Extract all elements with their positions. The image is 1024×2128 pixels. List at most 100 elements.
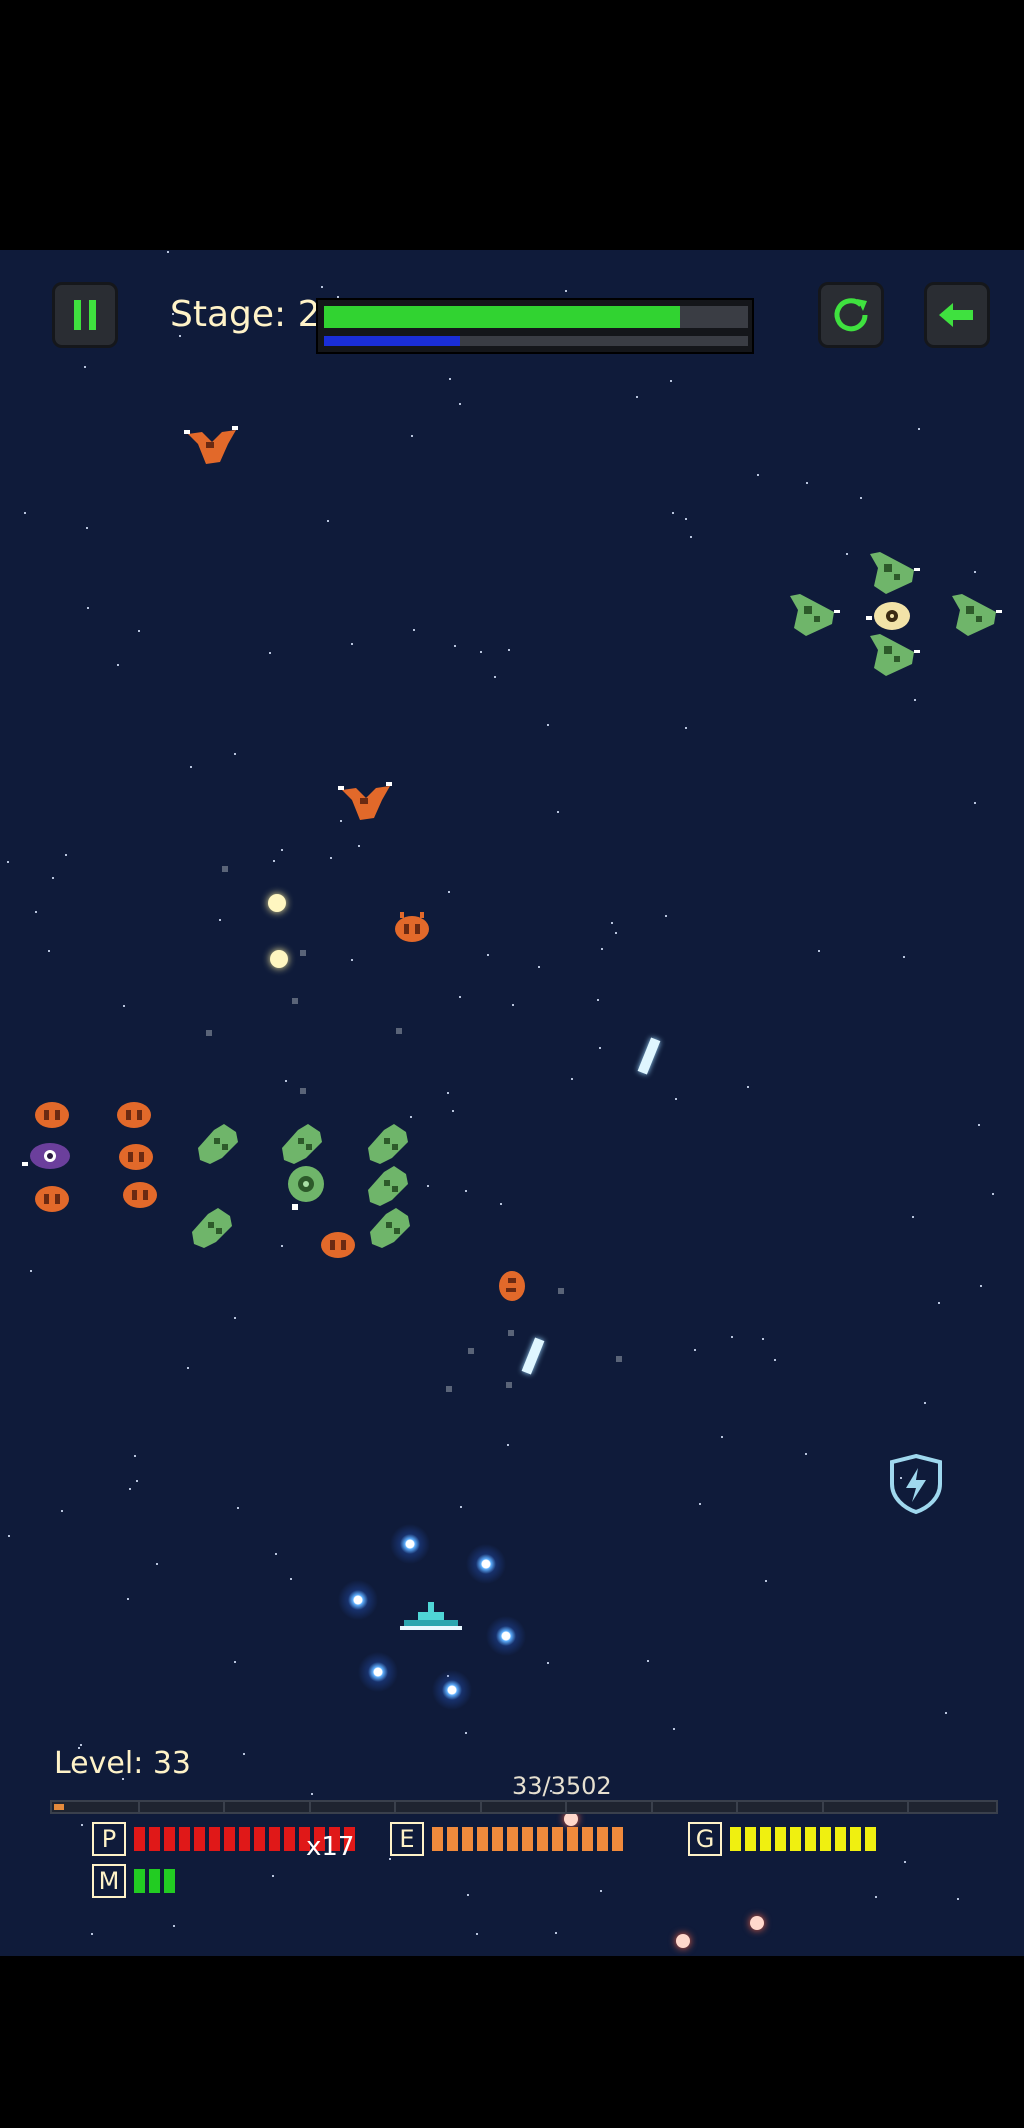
star [91, 1933, 93, 1935]
star [980, 1285, 982, 1287]
xp-bar-segment [479, 1802, 482, 1812]
stat-pip [239, 1827, 250, 1851]
star [281, 849, 283, 851]
enemy-bullet [564, 1812, 578, 1826]
bug-enemy-icon [35, 1186, 69, 1212]
game-viewport[interactable]: Stage: 20 Level: 33 33/3502 P x17 E G M [0, 250, 1024, 1956]
star [447, 1092, 449, 1094]
star [281, 1245, 283, 1247]
stat-pip [582, 1827, 593, 1851]
star [269, 652, 271, 654]
debris [300, 1088, 306, 1094]
star [48, 950, 50, 952]
star [65, 854, 67, 856]
star [219, 919, 221, 921]
star [557, 811, 559, 813]
star [467, 1894, 469, 1896]
star [670, 380, 672, 382]
star [285, 1080, 287, 1082]
stat-pip [730, 1827, 741, 1851]
star [8, 1535, 10, 1537]
player-ship-icon[interactable] [400, 1600, 462, 1634]
star [600, 1890, 602, 1892]
star [389, 1858, 391, 1860]
enemy-bullet [750, 1916, 764, 1930]
stat-pip [805, 1827, 816, 1851]
star [321, 286, 323, 288]
star [465, 1732, 467, 1734]
star [565, 290, 567, 292]
star [411, 435, 413, 437]
star [84, 366, 86, 368]
star [547, 1662, 549, 1664]
stat-pip [224, 1827, 235, 1851]
shield-powerup-icon[interactable] [886, 1452, 946, 1516]
star [351, 643, 353, 645]
star [190, 766, 192, 768]
star [615, 932, 617, 934]
stat-pip [790, 1827, 801, 1851]
stat-pip [134, 1869, 145, 1893]
stat-pip [597, 1827, 608, 1851]
green-fighter-icon [790, 594, 840, 636]
xp-bar-segment [223, 1802, 225, 1812]
player-laser [521, 1337, 545, 1375]
stat-pip [462, 1827, 473, 1851]
back-button[interactable] [924, 282, 990, 348]
star [234, 1317, 236, 1319]
star [351, 959, 353, 961]
star [179, 335, 181, 337]
star [138, 630, 140, 632]
enemy-bullet [268, 894, 286, 912]
winged-enemy-icon [184, 426, 238, 464]
energy-bar [324, 336, 748, 346]
green-fighter-icon [870, 552, 920, 594]
star [938, 1302, 940, 1304]
star [275, 1553, 277, 1555]
star [87, 607, 89, 609]
xp-bar-fill [54, 1804, 64, 1810]
debris [396, 1028, 402, 1034]
energy-stat-label: E [390, 1822, 424, 1856]
winged-enemy-icon [338, 782, 392, 820]
star [685, 518, 687, 520]
health-bar-fill [324, 306, 681, 328]
star [30, 1270, 32, 1272]
bug-enemy-icon [119, 1144, 153, 1170]
star [924, 1402, 926, 1404]
stat-pip [745, 1827, 756, 1851]
star [974, 802, 976, 804]
star [974, 571, 976, 573]
star [234, 1661, 236, 1663]
stat-pip [284, 1827, 295, 1851]
stat-pip [149, 1869, 160, 1893]
star [52, 877, 54, 879]
star [413, 629, 415, 631]
xp-bar-segment [650, 1802, 653, 1812]
star [187, 1367, 189, 1369]
missile-stat-pips [134, 1869, 175, 1893]
pause-button[interactable] [52, 282, 118, 348]
star [234, 753, 236, 755]
stat-pip [149, 1827, 160, 1851]
stat-pip [194, 1827, 205, 1851]
star [273, 860, 275, 862]
stat-pip [612, 1827, 623, 1851]
star [875, 1896, 877, 1898]
stat-pip [850, 1827, 861, 1851]
restart-button[interactable] [818, 282, 884, 348]
star [765, 1580, 767, 1582]
star [731, 1336, 733, 1338]
star [24, 512, 26, 514]
star [465, 1190, 467, 1192]
star [327, 520, 329, 522]
star [454, 645, 456, 647]
star [647, 1660, 649, 1662]
star [599, 1047, 601, 1049]
stat-pip [775, 1827, 786, 1851]
orbit-drone [486, 1616, 526, 1656]
stage-progress-bars [316, 298, 754, 354]
green-fighter-icon [952, 594, 1002, 636]
star [167, 251, 169, 253]
purple-eye-enemy-icon [22, 1143, 70, 1169]
